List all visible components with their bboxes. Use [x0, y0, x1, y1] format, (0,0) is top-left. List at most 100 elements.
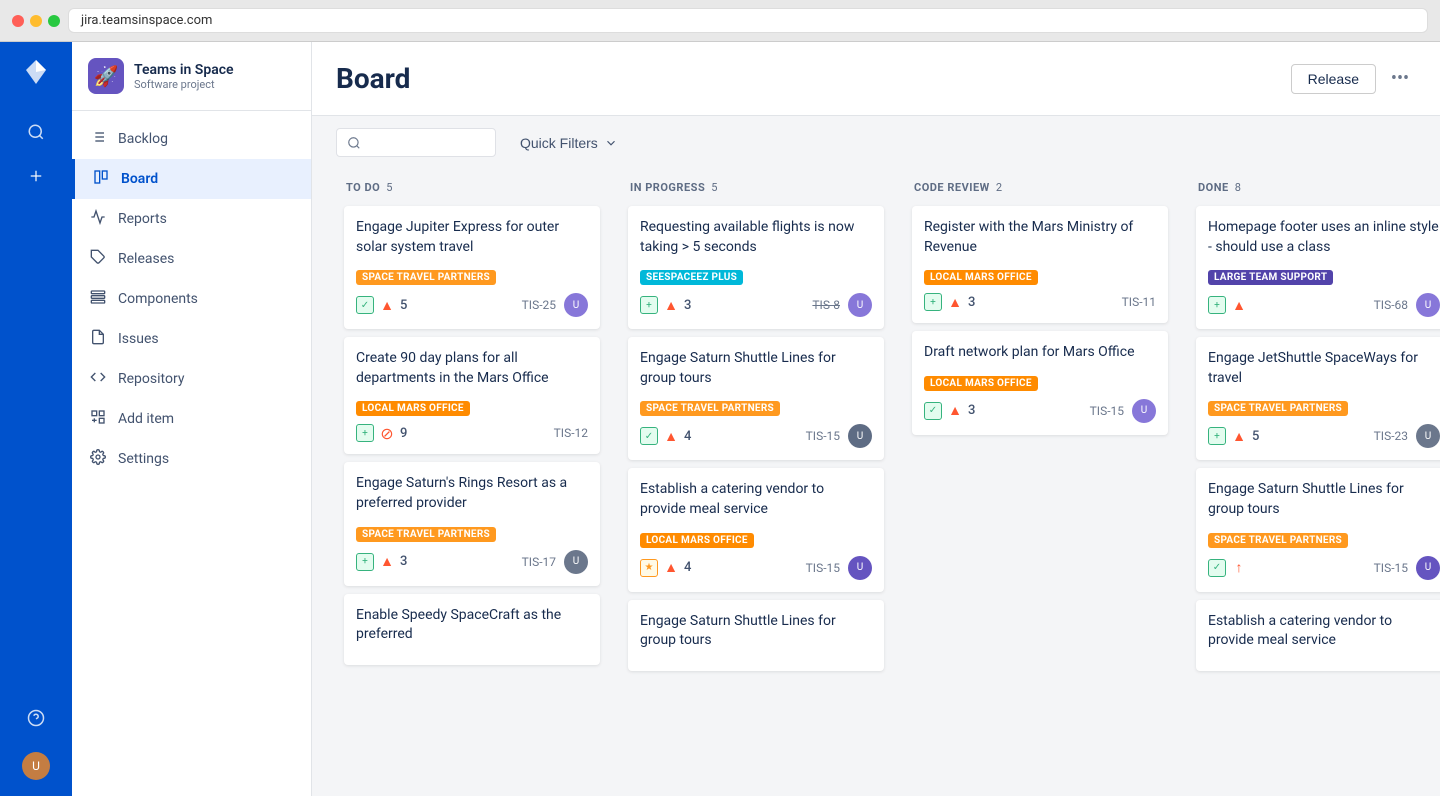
sidebar-item-backlog[interactable]: Backlog	[72, 119, 311, 159]
priority-icon: ▲	[378, 296, 396, 314]
card-inprogress-2[interactable]: Engage Saturn Shuttle Lines for group to…	[628, 337, 884, 460]
issues-label: Issues	[118, 331, 159, 347]
card-right: TIS-23 U	[1374, 424, 1440, 448]
card-title: Register with the Mars Ministry of Reven…	[924, 218, 1156, 257]
card-label: SPACE TRAVEL PARTNERS	[1208, 533, 1348, 548]
help-icon[interactable]	[18, 700, 54, 736]
card-icons: ★ ▲ 4	[640, 559, 691, 577]
create-icon[interactable]	[18, 158, 54, 194]
column-done-count: 8	[1235, 181, 1241, 194]
card-count: 3	[400, 554, 407, 569]
sidebar-item-releases[interactable]: Releases	[72, 239, 311, 279]
card-inprogress-4[interactable]: Engage Saturn Shuttle Lines for group to…	[628, 600, 884, 671]
project-name: Teams in Space	[134, 62, 234, 78]
column-codereview-title: CODE REVIEW	[914, 181, 990, 194]
close-button[interactable]	[12, 15, 24, 27]
card-done-2[interactable]: Engage JetShuttle SpaceWays for travel S…	[1196, 337, 1440, 460]
card-todo-4[interactable]: Enable Speedy SpaceCraft as the preferre…	[344, 594, 600, 665]
page-title: Board	[336, 62, 410, 95]
card-todo-2[interactable]: Create 90 day plans for all departments …	[344, 337, 600, 454]
card-title: Establish a catering vendor to provide m…	[1208, 612, 1440, 651]
sidebar-item-repository[interactable]: Repository	[72, 359, 311, 399]
release-button[interactable]: Release	[1291, 64, 1376, 94]
sidebar-item-components[interactable]: Components	[72, 279, 311, 319]
card-label: SPACE TRAVEL PARTNERS	[1208, 401, 1348, 416]
card-icons: + ▲ 3	[640, 296, 691, 314]
quick-filters-label: Quick Filters	[520, 135, 598, 151]
card-right: TIS-15 U	[1374, 556, 1440, 580]
backlog-icon	[88, 129, 108, 149]
priority-icon: ▲	[1230, 296, 1248, 314]
user-avatar-icon[interactable]: U	[18, 748, 54, 784]
card-label: LOCAL MARS OFFICE	[640, 533, 754, 548]
project-avatar: 🚀	[88, 58, 124, 94]
sidebar-item-reports[interactable]: Reports	[72, 199, 311, 239]
card-right: TIS-8 U	[812, 293, 872, 317]
card-footer: ✓ ▲ 3 TIS-15 U	[924, 399, 1156, 423]
avatar: U	[848, 293, 872, 317]
card-icons: ✓ ↑	[1208, 559, 1248, 577]
components-icon	[88, 289, 108, 309]
sidebar-item-add-item[interactable]: Add item	[72, 399, 311, 439]
sidebar-project[interactable]: 🚀 Teams in Space Software project	[72, 42, 311, 111]
card-todo-3[interactable]: Engage Saturn's Rings Resort as a prefer…	[344, 462, 600, 585]
app-logo[interactable]	[18, 54, 54, 90]
card-footer: + ▲ 3 TIS-8 U	[640, 293, 872, 317]
ticket-id: TIS-12	[554, 426, 588, 440]
avatar: U	[1416, 424, 1440, 448]
card-todo-1[interactable]: Engage Jupiter Express for outer solar s…	[344, 206, 600, 329]
ticket-id: TIS-15	[1090, 404, 1124, 418]
search-input[interactable]	[367, 135, 467, 150]
sidebar-item-issues[interactable]: Issues	[72, 319, 311, 359]
main-header: Board Release •••	[312, 42, 1440, 116]
column-inprogress-title: IN PROGRESS	[630, 181, 705, 194]
column-inprogress-cards: Requesting available flights is now taki…	[620, 202, 892, 772]
board-container: TO DO 5 Engage Jupiter Express for outer…	[312, 169, 1440, 796]
project-type: Software project	[134, 78, 234, 91]
ticket-id: TIS-15	[806, 429, 840, 443]
address-bar[interactable]: jira.teamsinspace.com	[68, 8, 1428, 33]
card-right: TIS-15 U	[1090, 399, 1156, 423]
card-done-3[interactable]: Engage Saturn Shuttle Lines for group to…	[1196, 468, 1440, 591]
card-inprogress-3[interactable]: Establish a catering vendor to provide m…	[628, 468, 884, 591]
column-inprogress-header: IN PROGRESS 5	[620, 169, 892, 202]
repository-icon	[88, 369, 108, 389]
column-done-title: DONE	[1198, 181, 1229, 194]
more-options-button[interactable]: •••	[1384, 63, 1416, 95]
card-codereview-1[interactable]: Register with the Mars Ministry of Reven…	[912, 206, 1168, 323]
filter-bar: Quick Filters	[312, 116, 1440, 169]
blocked-icon: ⊘	[378, 424, 396, 442]
minimize-button[interactable]	[30, 15, 42, 27]
ticket-id: TIS-68	[1374, 298, 1408, 312]
add-item-label: Add item	[118, 411, 174, 427]
story-icon: +	[640, 296, 658, 314]
card-done-4[interactable]: Establish a catering vendor to provide m…	[1196, 600, 1440, 671]
sidebar: 🚀 Teams in Space Software project Backlo…	[72, 42, 312, 796]
quick-filters-button[interactable]: Quick Filters	[508, 129, 630, 157]
ticket-id: TIS-11	[1122, 295, 1156, 309]
check-icon: ✓	[640, 427, 658, 445]
priority-icon: ▲	[662, 559, 680, 577]
card-icons: ✓ ▲ 3	[924, 402, 975, 420]
card-count: 5	[1252, 429, 1259, 444]
chevron-down-icon	[604, 136, 618, 150]
card-footer: + ▲ 5 TIS-23 U	[1208, 424, 1440, 448]
card-count: 4	[684, 560, 691, 575]
card-title: Requesting available flights is now taki…	[640, 218, 872, 257]
column-todo-count: 5	[386, 181, 392, 194]
card-done-1[interactable]: Homepage footer uses an inline style - s…	[1196, 206, 1440, 329]
card-inprogress-1[interactable]: Requesting available flights is now taki…	[628, 206, 884, 329]
sidebar-item-settings[interactable]: Settings	[72, 439, 311, 479]
story-icon: +	[924, 293, 942, 311]
card-count: 3	[968, 295, 975, 310]
card-icons: + ▲ 5	[1208, 427, 1259, 445]
search-icon[interactable]	[18, 114, 54, 150]
avatar: U	[1416, 293, 1440, 317]
priority-icon: ▲	[946, 293, 964, 311]
sidebar-item-board[interactable]: Board	[72, 159, 311, 199]
card-codereview-2[interactable]: Draft network plan for Mars Office LOCAL…	[912, 331, 1168, 435]
maximize-button[interactable]	[48, 15, 60, 27]
search-box[interactable]	[336, 128, 496, 157]
card-right: TIS-11	[1122, 295, 1156, 309]
card-title: Homepage footer uses an inline style - s…	[1208, 218, 1440, 257]
